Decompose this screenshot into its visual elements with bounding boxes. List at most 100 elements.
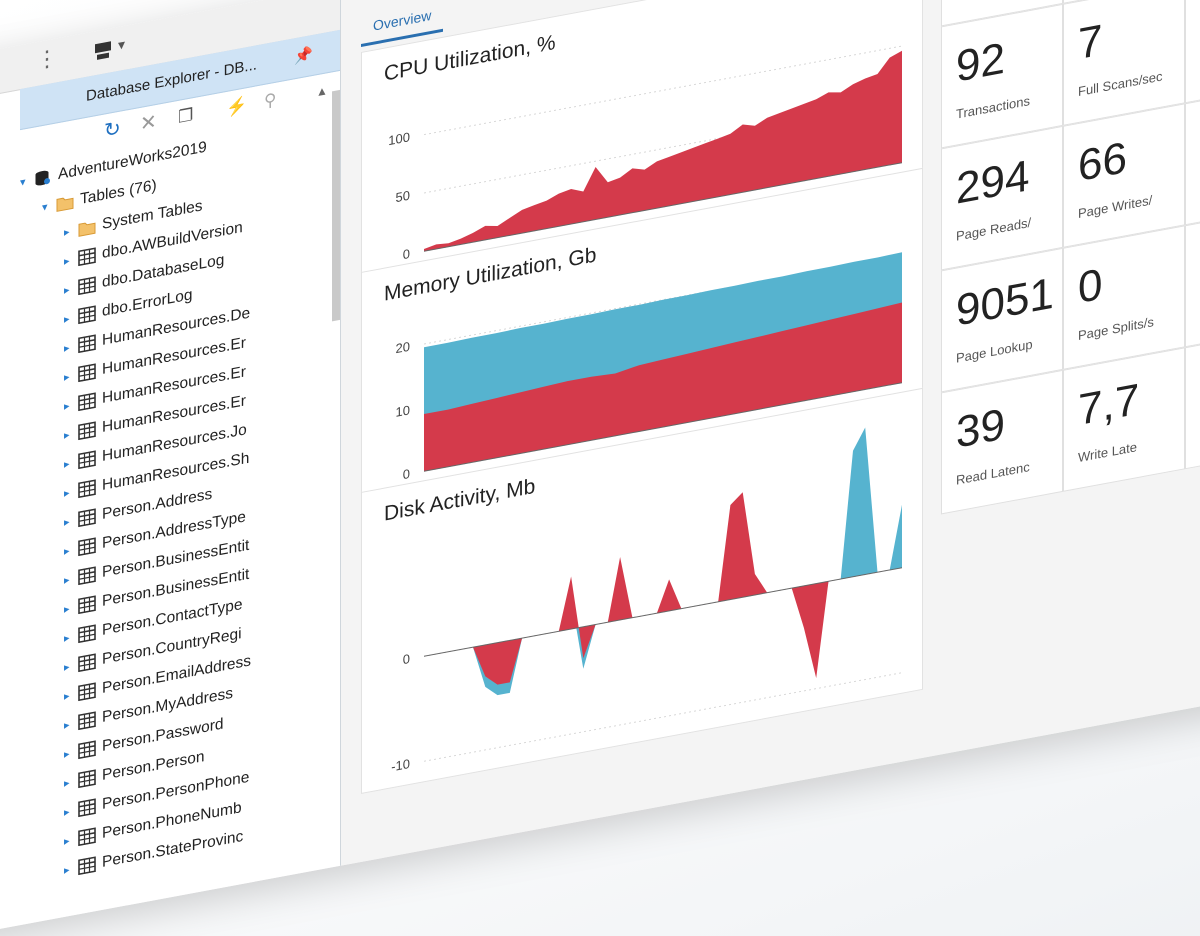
metric-tile[interactable]: [1185, 202, 1200, 348]
metric-tile[interactable]: 66 Page Writes/: [1063, 103, 1185, 248]
monitoring-dashboard: Overview 0 50 100 CPU Utilization, % 0 10 20…: [341, 0, 1200, 866]
table-icon: [78, 653, 96, 673]
metric-tile[interactable]: 1Pa: [1185, 80, 1200, 226]
table-icon: [78, 305, 96, 325]
table-icon: [78, 363, 96, 383]
table-icon: [78, 421, 96, 441]
connect-icon[interactable]: ⚡: [226, 94, 247, 120]
table-icon: [78, 247, 96, 267]
metric-value: 39: [956, 399, 1005, 458]
collapse-arrow-icon[interactable]: ▸: [64, 507, 78, 536]
metric-label: Page Writes/: [1078, 192, 1153, 222]
collapse-arrow-icon[interactable]: ▸: [64, 594, 78, 623]
refresh-icon[interactable]: ↻: [104, 117, 121, 142]
table-icon: [78, 537, 96, 557]
pin-icon[interactable]: 📌: [294, 45, 313, 66]
y-tick-label: -10: [391, 756, 410, 774]
y-tick-label: 100: [388, 129, 410, 148]
collapse-arrow-icon[interactable]: ▸: [64, 536, 78, 565]
table-icon: [78, 624, 96, 644]
metric-tile[interactable]: 39 Read Latenc: [941, 369, 1063, 515]
metric-tile[interactable]: 164Range: [1185, 0, 1200, 104]
collapse-arrow-icon[interactable]: ▸: [64, 246, 78, 275]
collapse-arrow-icon[interactable]: ▸: [64, 420, 78, 449]
metric-value: 7: [1078, 15, 1103, 70]
metric-tile[interactable]: [1185, 324, 1200, 470]
metric-value: 92: [956, 33, 1005, 92]
metric-value: 0: [1078, 259, 1103, 314]
baseline: [424, 567, 902, 657]
collapse-arrow-icon[interactable]: ▸: [64, 710, 78, 739]
metric-label: Write Late: [1078, 439, 1138, 466]
collapse-arrow-icon[interactable]: ▸: [64, 855, 78, 884]
y-tick-label: 0: [403, 651, 410, 667]
collapse-arrow-icon[interactable]: ▸: [64, 275, 78, 304]
table-icon: [78, 595, 96, 615]
table-icon: [78, 479, 96, 499]
expand-arrow-icon[interactable]: ▾: [20, 168, 34, 197]
metric-tile[interactable]: 0 Page Splits/s: [1063, 225, 1185, 370]
metric-tile[interactable]: 294 Page Reads/: [941, 125, 1063, 271]
metric-label: Full Scans/sec: [1078, 68, 1163, 100]
collapse-arrow-icon[interactable]: ▸: [64, 333, 78, 362]
metric-tiles: 24Waiting Tasks60/6ConnectionsDeadlocks9…: [941, 0, 1200, 724]
database-explorer-panel: ⋮ ▾ Database Explorer - DB... 📌 ↻ ✕ ❐ ⚡ …: [0, 0, 341, 936]
tree-scrollbar[interactable]: [332, 89, 340, 322]
metric-value: 66: [1078, 133, 1127, 192]
y-tick-label: 50: [396, 188, 410, 206]
metric-value: 294: [956, 151, 1030, 214]
collapse-arrow-icon[interactable]: ▸: [64, 739, 78, 768]
table-icon: [78, 450, 96, 470]
metric-value: 7,7: [1078, 374, 1140, 436]
y-tick-label: 10: [396, 402, 410, 420]
collapse-arrow-icon[interactable]: ▸: [64, 826, 78, 855]
metric-value: 9051: [956, 268, 1054, 336]
collapse-arrow-icon[interactable]: ▸: [64, 478, 78, 507]
table-icon: [78, 392, 96, 412]
metric-tile[interactable]: 92 Transactions: [941, 3, 1063, 149]
collapse-arrow-icon[interactable]: ▸: [64, 391, 78, 420]
table-icon: [78, 827, 96, 847]
database-icon: [35, 170, 50, 186]
app-window: ⋮ ▾ Database Explorer - DB... 📌 ↻ ✕ ❐ ⚡ …: [0, 0, 1200, 936]
table-icon: [78, 276, 96, 296]
copy-icon[interactable]: ❐: [178, 104, 193, 129]
y-tick-label: 0: [403, 466, 410, 482]
collapse-arrow-icon[interactable]: ▸: [64, 768, 78, 797]
collapse-arrow-icon[interactable]: ▸: [64, 362, 78, 391]
table-icon: [78, 740, 96, 760]
device-icon[interactable]: [92, 38, 114, 64]
collapse-arrow-icon[interactable]: ▸: [64, 217, 78, 246]
collapse-arrow-icon[interactable]: ▸: [64, 449, 78, 478]
table-icon: [78, 769, 96, 789]
metric-label: Page Lookup: [956, 336, 1033, 366]
collapse-arrow-icon[interactable]: ▸: [64, 681, 78, 710]
metric-label: Page Splits/s: [1078, 314, 1154, 344]
table-icon: [78, 566, 96, 586]
metric-label: Transactions: [956, 92, 1030, 122]
metric-tile[interactable]: 7,7 Write Late: [1063, 347, 1185, 492]
collapse-arrow-icon[interactable]: ▸: [64, 623, 78, 652]
table-icon: [78, 856, 96, 876]
expand-arrow-icon[interactable]: ▾: [42, 193, 56, 222]
collapse-arrow-icon[interactable]: ▸: [64, 797, 78, 826]
chevron-down-icon[interactable]: ▾: [118, 36, 125, 54]
more-icon[interactable]: ⋮: [36, 44, 58, 73]
y-tick-label: 0: [403, 246, 410, 262]
collapse-arrow-icon[interactable]: ▸: [64, 652, 78, 681]
table-icon: [78, 711, 96, 731]
scroll-up-icon[interactable]: ▲: [316, 79, 328, 103]
metric-label: Read Latenc: [956, 459, 1030, 488]
disconnect-icon[interactable]: ⚲: [264, 89, 276, 113]
table-icon: [78, 334, 96, 354]
y-tick-label: 20: [396, 339, 410, 357]
table-icon: [78, 798, 96, 818]
collapse-arrow-icon[interactable]: ▸: [64, 565, 78, 594]
table-icon: [78, 682, 96, 702]
folder-icon: [78, 222, 96, 237]
close-icon[interactable]: ✕: [140, 111, 157, 136]
metric-label: Page Reads/: [956, 214, 1032, 244]
collapse-arrow-icon[interactable]: ▸: [64, 304, 78, 333]
metric-tile[interactable]: 9051 Page Lookup: [941, 247, 1063, 393]
table-icon: [78, 508, 96, 528]
